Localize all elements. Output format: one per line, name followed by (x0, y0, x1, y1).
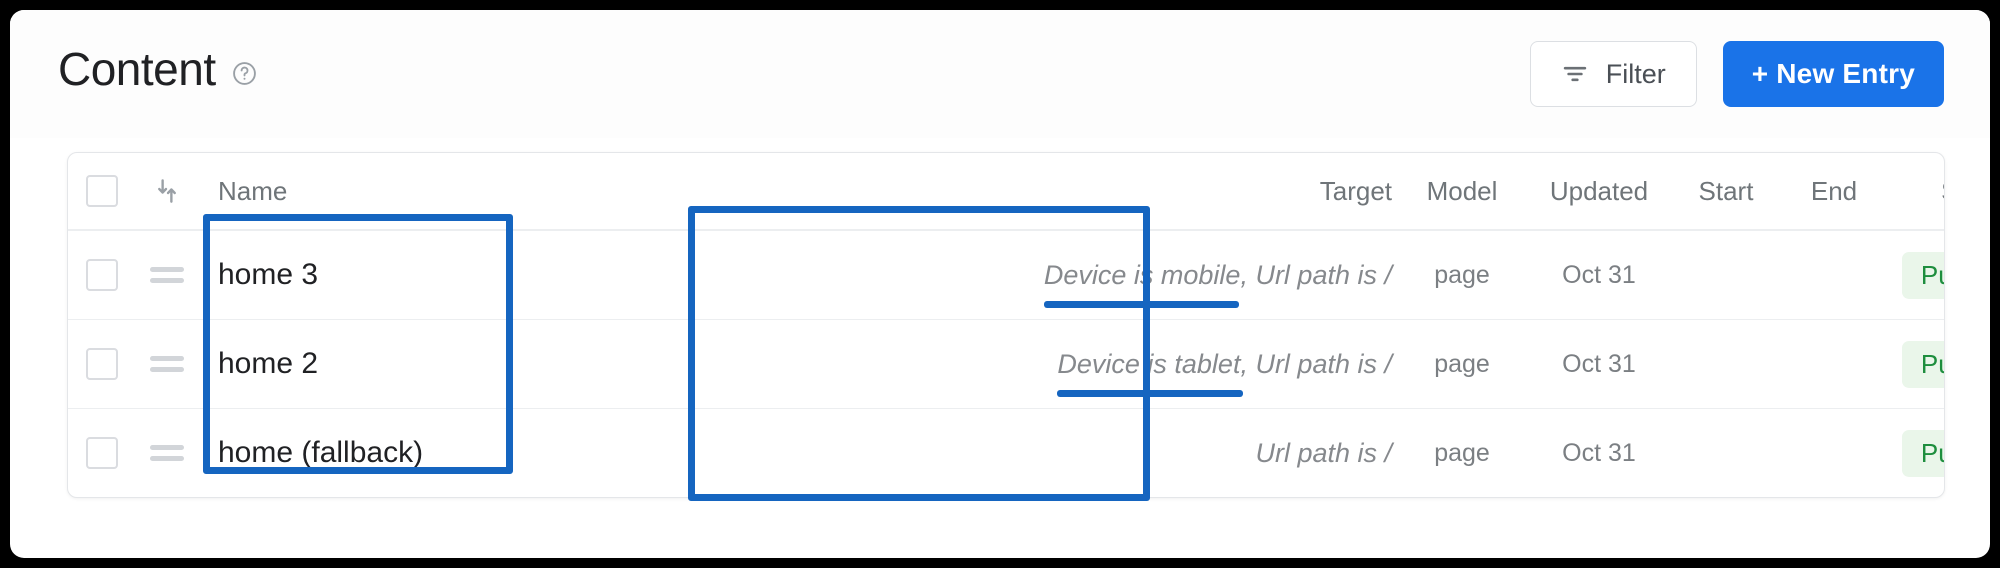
cell-name: home 2 (198, 347, 958, 381)
drag-handle-icon[interactable] (150, 356, 184, 372)
entry-name: home 3 (218, 258, 319, 291)
row-handle-cell (136, 445, 198, 461)
header-actions: Filter + New Entry (1529, 41, 1944, 107)
column-header-model[interactable]: Model (1398, 176, 1526, 207)
cell-target: Url path is / (958, 438, 1398, 469)
cell-status: Published (1888, 429, 1944, 477)
cell-name: home (fallback) (198, 436, 958, 470)
entry-target: Device is mobile, Url path is / (1043, 260, 1392, 308)
cell-updated: Oct 31 (1562, 438, 1636, 467)
entry-name: home 2 (218, 347, 319, 380)
content-table: Name Target Model Updated Start End Stat… (67, 152, 1945, 498)
page-header: Content Filter + New Entry (10, 10, 1990, 138)
column-header-updated[interactable]: Updated (1526, 176, 1672, 207)
row-select-cell (68, 437, 136, 469)
new-entry-button[interactable]: + New Entry (1722, 41, 1944, 107)
table-row[interactable]: home (fallback) Url path is / page Oct 3… (68, 408, 1944, 497)
column-header-target[interactable]: Target (958, 176, 1398, 207)
filter-button[interactable]: Filter (1529, 41, 1697, 107)
row-checkbox[interactable] (86, 348, 118, 380)
status-badge: Published (1901, 429, 1944, 477)
filter-button-label: Filter (1605, 58, 1666, 89)
page-title-group: Content (58, 46, 257, 92)
sort-cell (136, 176, 198, 206)
status-badge: Published (1901, 340, 1944, 388)
row-select-cell (68, 259, 136, 291)
cell-updated: Oct 31 (1562, 260, 1636, 289)
column-header-status[interactable]: Status (1888, 176, 1944, 207)
cell-updated: Oct 31 (1562, 349, 1636, 378)
target-underline-annotation (1043, 300, 1239, 308)
table-row[interactable]: home 2 Device is tablet, Url path is / p… (68, 319, 1944, 408)
select-all-cell (68, 175, 136, 207)
cell-model: page (1434, 438, 1490, 467)
select-all-checkbox[interactable] (86, 175, 118, 207)
row-checkbox[interactable] (86, 259, 118, 291)
app-window: Content Filter + New Entry Name Target M… (10, 10, 1990, 558)
cell-target: Device is tablet, Url path is / (958, 349, 1398, 397)
row-checkbox[interactable] (86, 437, 118, 469)
cell-target: Device is mobile, Url path is / (958, 260, 1398, 308)
column-header-name[interactable]: Name (198, 176, 958, 207)
entry-name: home (fallback) (218, 436, 424, 469)
sort-arrows-icon[interactable] (152, 176, 182, 206)
cell-model: page (1434, 349, 1490, 378)
cell-name: home 3 (198, 258, 958, 292)
drag-handle-icon[interactable] (150, 445, 184, 461)
cell-status: Published (1888, 251, 1944, 299)
cell-status: Published (1888, 340, 1944, 388)
cell-model: page (1434, 260, 1490, 289)
status-badge: Published (1901, 251, 1944, 299)
column-header-end[interactable]: End (1780, 176, 1888, 207)
row-select-cell (68, 348, 136, 380)
target-underline-annotation (1057, 389, 1244, 397)
column-header-start[interactable]: Start (1672, 176, 1780, 207)
row-handle-cell (136, 356, 198, 372)
entry-target: Device is tablet, Url path is / (1057, 349, 1392, 397)
drag-handle-icon[interactable] (150, 267, 184, 283)
table-header-row: Name Target Model Updated Start End Stat… (68, 153, 1944, 230)
entry-target: Url path is / (1255, 437, 1392, 468)
table-row[interactable]: home 3 Device is mobile, Url path is / p… (68, 230, 1944, 319)
row-handle-cell (136, 267, 198, 283)
filter-icon (1561, 60, 1589, 88)
page-title: Content (58, 43, 216, 95)
help-circle-icon[interactable] (232, 53, 257, 86)
